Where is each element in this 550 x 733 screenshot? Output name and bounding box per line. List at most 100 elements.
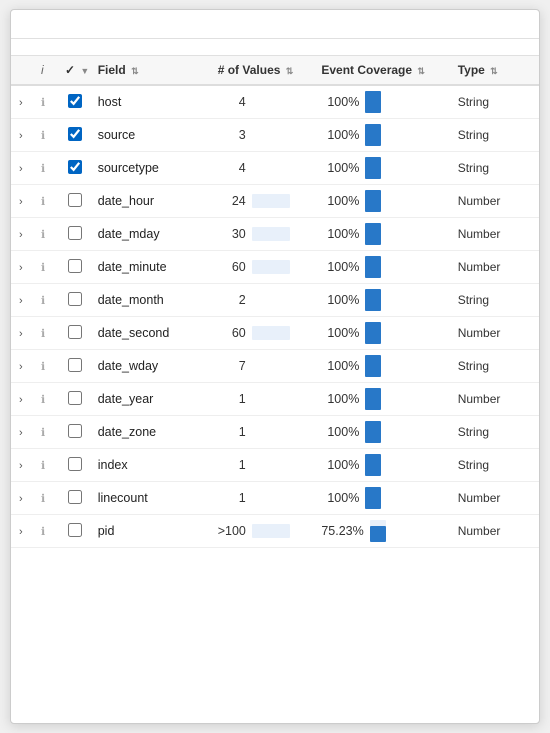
row-checkbox-cell[interactable] bbox=[59, 449, 92, 482]
row-checkbox-cell[interactable] bbox=[59, 119, 92, 152]
row-expand-btn[interactable]: › bbox=[11, 119, 35, 152]
table-row: ›ℹdate_hour24 100% Number bbox=[11, 185, 539, 218]
expand-icon[interactable]: › bbox=[17, 97, 25, 109]
th-check[interactable]: ✓ ▼ bbox=[59, 56, 92, 85]
row-values: 1 bbox=[212, 449, 316, 482]
row-info: ℹ bbox=[35, 284, 59, 317]
row-expand-btn[interactable]: › bbox=[11, 284, 35, 317]
row-checkbox[interactable] bbox=[68, 391, 82, 405]
table-row: ›ℹlinecount1 100% Number bbox=[11, 482, 539, 515]
expand-icon[interactable]: › bbox=[17, 493, 25, 505]
row-type: Number bbox=[452, 383, 539, 416]
table-row: ›ℹpid>100 75.23% Number bbox=[11, 515, 539, 548]
row-type: Number bbox=[452, 482, 539, 515]
expand-icon[interactable]: › bbox=[17, 328, 25, 340]
values-sort-icon: ⇅ bbox=[286, 66, 294, 76]
row-expand-btn[interactable]: › bbox=[11, 383, 35, 416]
row-coverage: 100% bbox=[315, 416, 451, 449]
th-values[interactable]: # of Values ⇅ bbox=[212, 56, 316, 85]
values-bar bbox=[252, 326, 290, 340]
expand-icon[interactable]: › bbox=[17, 526, 25, 538]
row-checkbox-cell[interactable] bbox=[59, 152, 92, 185]
row-values: 24 bbox=[212, 185, 316, 218]
coverage-bar bbox=[365, 91, 381, 113]
expand-icon[interactable]: › bbox=[17, 262, 25, 274]
row-field-name: sourcetype bbox=[92, 152, 212, 185]
expand-icon[interactable]: › bbox=[17, 295, 25, 307]
info-icon: ℹ bbox=[41, 526, 45, 538]
row-coverage: 100% bbox=[315, 383, 451, 416]
row-coverage: 75.23% bbox=[315, 515, 451, 548]
row-checkbox-cell[interactable] bbox=[59, 317, 92, 350]
row-checkbox-cell[interactable] bbox=[59, 284, 92, 317]
row-expand-btn[interactable]: › bbox=[11, 152, 35, 185]
info-icon: ℹ bbox=[41, 394, 45, 406]
row-coverage: 100% bbox=[315, 218, 451, 251]
values-bar bbox=[252, 524, 290, 538]
row-checkbox[interactable] bbox=[68, 325, 82, 339]
expand-icon[interactable]: › bbox=[17, 229, 25, 241]
expand-icon[interactable]: › bbox=[17, 427, 25, 439]
expand-icon[interactable]: › bbox=[17, 196, 25, 208]
th-field[interactable]: Field ⇅ bbox=[92, 56, 212, 85]
expand-icon[interactable]: › bbox=[17, 130, 25, 142]
row-type: Number bbox=[452, 218, 539, 251]
row-expand-btn[interactable]: › bbox=[11, 350, 35, 383]
type-sort-icon: ⇅ bbox=[490, 66, 498, 76]
row-checkbox[interactable] bbox=[68, 358, 82, 372]
row-checkbox-cell[interactable] bbox=[59, 251, 92, 284]
row-info: ℹ bbox=[35, 185, 59, 218]
row-type: Number bbox=[452, 317, 539, 350]
row-expand-btn[interactable]: › bbox=[11, 515, 35, 548]
row-checkbox[interactable] bbox=[68, 193, 82, 207]
table-container[interactable]: i ✓ ▼ Field ⇅ # of Values ⇅ Event Covera… bbox=[11, 56, 539, 723]
row-expand-btn[interactable]: › bbox=[11, 482, 35, 515]
row-type: Number bbox=[452, 515, 539, 548]
expand-icon[interactable]: › bbox=[17, 394, 25, 406]
row-expand-btn[interactable]: › bbox=[11, 185, 35, 218]
expand-icon[interactable]: › bbox=[17, 361, 25, 373]
row-checkbox[interactable] bbox=[68, 457, 82, 471]
coverage-bar bbox=[365, 157, 381, 179]
row-info: ℹ bbox=[35, 416, 59, 449]
row-checkbox-cell[interactable] bbox=[59, 350, 92, 383]
row-type: String bbox=[452, 119, 539, 152]
row-expand-btn[interactable]: › bbox=[11, 218, 35, 251]
row-expand-btn[interactable]: › bbox=[11, 85, 35, 119]
row-checkbox[interactable] bbox=[68, 490, 82, 504]
row-coverage: 100% bbox=[315, 449, 451, 482]
row-checkbox[interactable] bbox=[68, 160, 82, 174]
row-checkbox-cell[interactable] bbox=[59, 416, 92, 449]
row-checkbox[interactable] bbox=[68, 94, 82, 108]
th-type[interactable]: Type ⇅ bbox=[452, 56, 539, 85]
row-values: 1 bbox=[212, 482, 316, 515]
row-coverage: 100% bbox=[315, 482, 451, 515]
info-icon: ℹ bbox=[41, 229, 45, 241]
expand-icon[interactable]: › bbox=[17, 163, 25, 175]
row-expand-btn[interactable]: › bbox=[11, 317, 35, 350]
row-checkbox-cell[interactable] bbox=[59, 383, 92, 416]
coverage-bar bbox=[365, 388, 381, 410]
row-checkbox-cell[interactable] bbox=[59, 85, 92, 119]
th-coverage[interactable]: Event Coverage ⇅ bbox=[315, 56, 451, 85]
row-checkbox[interactable] bbox=[68, 226, 82, 240]
row-checkbox-cell[interactable] bbox=[59, 482, 92, 515]
row-expand-btn[interactable]: › bbox=[11, 416, 35, 449]
row-checkbox[interactable] bbox=[68, 292, 82, 306]
row-expand-btn[interactable]: › bbox=[11, 449, 35, 482]
row-info: ℹ bbox=[35, 85, 59, 119]
expand-icon[interactable]: › bbox=[17, 460, 25, 472]
coverage-bar bbox=[365, 190, 381, 212]
row-checkbox[interactable] bbox=[68, 259, 82, 273]
close-button[interactable] bbox=[511, 24, 523, 28]
coverage-bar bbox=[365, 454, 381, 476]
row-expand-btn[interactable]: › bbox=[11, 251, 35, 284]
row-coverage: 100% bbox=[315, 185, 451, 218]
row-checkbox[interactable] bbox=[68, 424, 82, 438]
row-checkbox-cell[interactable] bbox=[59, 185, 92, 218]
row-info: ℹ bbox=[35, 515, 59, 548]
row-checkbox-cell[interactable] bbox=[59, 515, 92, 548]
row-checkbox[interactable] bbox=[68, 127, 82, 141]
row-checkbox[interactable] bbox=[68, 523, 82, 537]
row-checkbox-cell[interactable] bbox=[59, 218, 92, 251]
